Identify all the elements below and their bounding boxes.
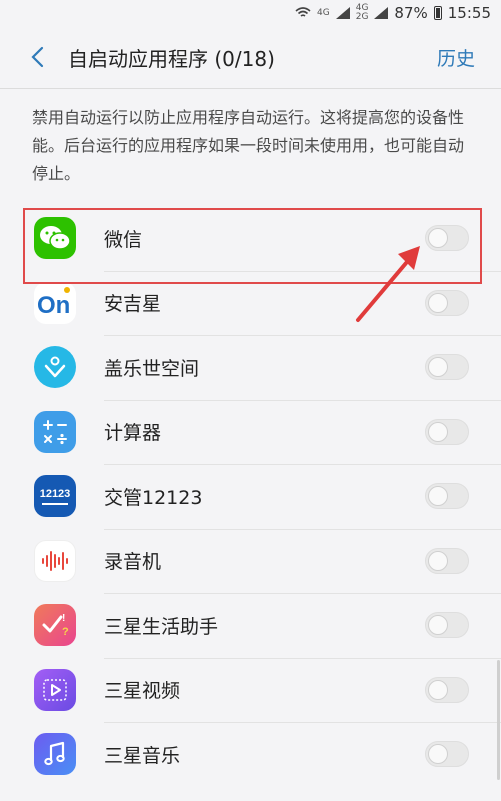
history-button[interactable]: 历史 (437, 44, 475, 71)
galaxy-space-icon (34, 346, 76, 389)
svg-text:?: ? (62, 626, 69, 638)
scrollbar[interactable] (497, 660, 500, 780)
app-row-voice-recorder[interactable]: 录音机 (0, 528, 501, 594)
signal-icon-secondary (374, 7, 389, 19)
autostart-toggle-calculator[interactable] (425, 418, 469, 445)
app-name: 三星生活助手 (104, 615, 219, 638)
app-name: 三星音乐 (104, 744, 181, 767)
divider (0, 88, 501, 89)
svg-text:On: On (37, 292, 70, 319)
autostart-toggle-traffic-12123[interactable] (425, 483, 469, 510)
calculator-icon (34, 410, 76, 453)
app-row-galaxy-space[interactable]: 盖乐世空间 (0, 335, 501, 400)
autostart-toggle-galaxy-space[interactable] (425, 354, 469, 381)
icon-label: 12123 (39, 487, 71, 500)
autostart-toggle-samsung-music[interactable] (425, 741, 469, 768)
network-type-secondary: 4G 2G (355, 3, 369, 22)
svg-text:!: ! (62, 613, 65, 624)
app-name: 计算器 (104, 422, 162, 445)
app-name: 盖乐世空间 (104, 357, 200, 380)
app-row-samsung-music[interactable]: 三星音乐 (0, 722, 501, 787)
app-name: 录音机 (104, 551, 162, 574)
back-button[interactable] (22, 42, 52, 72)
chevron-left-icon (31, 46, 44, 68)
icon-underline (42, 502, 68, 505)
samsung-video-icon (34, 668, 76, 711)
autostart-toggle-samsung-life-assistant[interactable] (425, 612, 469, 639)
battery-icon (433, 6, 442, 20)
page-title: 自启动应用程序 (0/18) (68, 46, 275, 71)
autostart-toggle-voice-recorder[interactable] (425, 547, 469, 574)
network-type: 4G (317, 7, 330, 18)
autostart-toggle-samsung-video[interactable] (425, 676, 469, 703)
battery-percent: 87% (394, 4, 428, 22)
app-name: 交管12123 (104, 486, 203, 509)
samsung-music-icon (34, 733, 76, 776)
app-name: 三星视频 (104, 680, 181, 703)
clock: 15:55 (447, 4, 491, 22)
signal-icon (335, 7, 350, 19)
samsung-life-assistant-icon: ? ! (34, 604, 76, 647)
app-row-samsung-life-assistant[interactable]: ? ! 三星生活助手 (0, 593, 501, 658)
voice-recorder-icon (34, 539, 76, 582)
annotation-arrow-icon (356, 246, 420, 322)
status-bar: 4G 4G 2G 87% 15:55 (0, 0, 501, 26)
description-text: 禁用自动运行以防止应用程序自动运行。这将提高您的设备性能。后台运行的应用程序如果… (32, 108, 465, 183)
traffic-12123-icon: 12123 (34, 475, 76, 518)
wifi-icon (295, 7, 311, 17)
app-bar: 自启动应用程序 (0/18) 历史 (0, 26, 501, 88)
autostart-toggle-onstar[interactable] (425, 289, 469, 316)
app-row-traffic-12123[interactable]: 12123 交管12123 (0, 464, 501, 529)
onstar-icon: On (34, 281, 76, 324)
app-row-calculator[interactable]: 计算器 (0, 399, 501, 465)
app-row-samsung-video[interactable]: 三星视频 (0, 657, 501, 723)
